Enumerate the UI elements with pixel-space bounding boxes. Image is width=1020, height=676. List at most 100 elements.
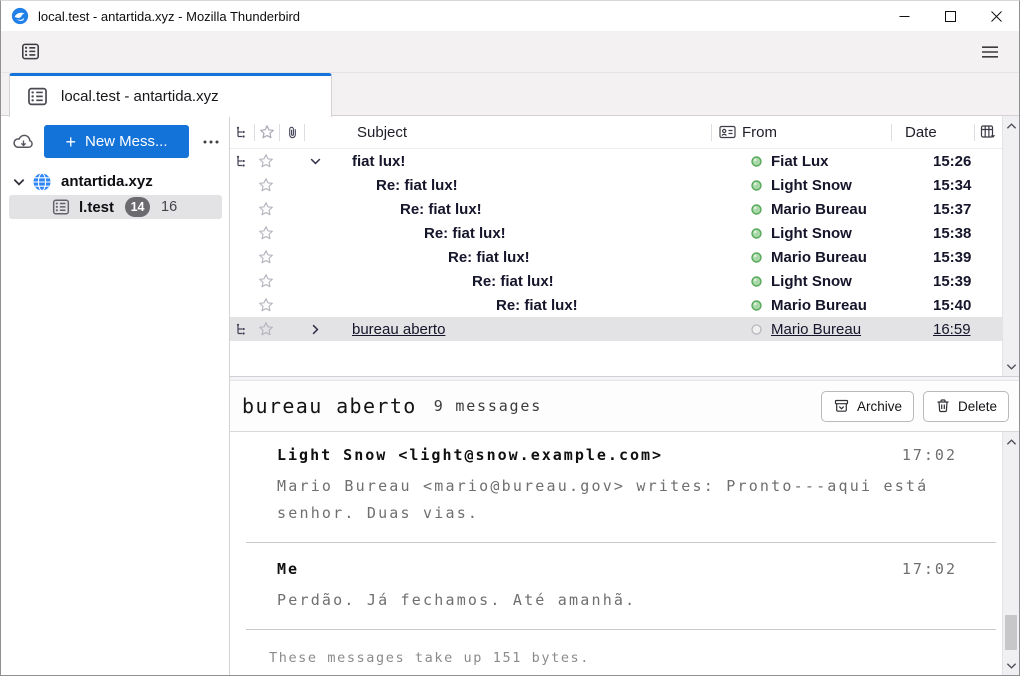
starred-column-header[interactable] <box>255 124 279 140</box>
account-row[interactable]: antartida.xyz <box>1 169 229 194</box>
subject-cell: Re: fiat lux! <box>302 177 741 194</box>
tab-label: local.test - antartida.xyz <box>61 88 219 105</box>
unread-dot-icon[interactable] <box>741 252 771 263</box>
thread-row[interactable]: Re: fiat lux!Light Snow15:39 <box>230 269 1002 293</box>
tab-local-test[interactable]: local.test - antartida.xyz <box>9 73 332 117</box>
thread-list-scrollbar[interactable] <box>1002 116 1019 376</box>
app-menu-button[interactable] <box>976 38 1004 66</box>
message-sender: Light Snow <light@snow.example.com> <box>277 446 663 464</box>
from-cell: Mario Bureau <box>741 201 920 218</box>
message-view-toolbar: bureau aberto 9 messages Archive Delete <box>230 381 1019 432</box>
spaces-toggle-button[interactable] <box>16 38 44 66</box>
star-icon[interactable] <box>254 201 278 217</box>
minimize-icon <box>899 11 910 22</box>
message-header-row[interactable]: Light Snow <light@snow.example.com> 17:02 <box>277 446 957 464</box>
thread-row[interactable]: Re: fiat lux!Light Snow15:34 <box>230 173 1002 197</box>
message-header-row[interactable]: Me17:02 <box>277 560 957 578</box>
star-icon[interactable] <box>254 249 278 265</box>
scroll-up-icon[interactable] <box>1006 436 1017 447</box>
message-scroll-area: Light Snow <light@snow.example.com> 17:02… <box>230 432 1002 675</box>
star-icon[interactable] <box>254 321 278 337</box>
attachment-column-header[interactable] <box>280 125 304 140</box>
from-cell: Mario Bureau <box>741 249 920 266</box>
message-scrollbar[interactable] <box>1002 432 1019 675</box>
close-icon <box>991 11 1002 22</box>
star-icon[interactable] <box>254 177 278 193</box>
unread-count-badge: 14 <box>125 197 150 217</box>
from-name: Light Snow <box>771 273 852 290</box>
maximize-button[interactable] <box>927 1 973 31</box>
subject-text: Re: fiat lux! <box>424 225 506 242</box>
read-dot-icon[interactable] <box>741 324 771 335</box>
subject-cell: Re: fiat lux! <box>302 273 741 290</box>
date-cell: 15:34 <box>920 177 1002 194</box>
unread-dot-icon[interactable] <box>741 204 771 215</box>
unread-dot-icon[interactable] <box>741 180 771 191</box>
tab-mail-icon <box>27 86 48 107</box>
ellipsis-icon <box>203 140 219 144</box>
subject-cell: Re: fiat lux! <box>302 201 741 218</box>
new-message-button[interactable]: + New Mess... <box>44 125 189 158</box>
delete-label: Delete <box>958 399 997 414</box>
thread-list-pane: Subject From Date <box>230 116 1019 377</box>
message-reader: Light Snow <light@snow.example.com> 17:02… <box>230 432 1019 675</box>
paperclip-icon <box>285 125 300 140</box>
from-column-header[interactable]: From <box>712 124 891 141</box>
thread-row[interactable]: Re: fiat lux!Mario Bureau15:40 <box>230 293 1002 317</box>
date-cell: 15:39 <box>920 249 1002 266</box>
message-size-footer: These messages take up 151 bytes. <box>230 643 1002 666</box>
twisty-icon[interactable] <box>302 155 328 168</box>
folder-row-ltest[interactable]: l.test 14 16 <box>9 195 222 219</box>
thread-column-header[interactable] <box>230 125 254 139</box>
column-picker-icon <box>980 124 997 140</box>
unread-dot-icon[interactable] <box>741 228 771 239</box>
trash-icon <box>935 398 951 414</box>
date-column-header[interactable]: Date <box>892 124 974 141</box>
subject-column-header[interactable]: Subject <box>305 124 711 141</box>
message-time: 17:02 <box>902 446 957 464</box>
folder-pane-options-button[interactable] <box>198 129 224 155</box>
plus-icon: + <box>65 133 76 151</box>
close-button[interactable] <box>973 1 1019 31</box>
account-expander-icon[interactable] <box>12 175 26 189</box>
archive-button[interactable]: Archive <box>821 391 914 422</box>
newsgroup-folder-icon <box>52 198 70 216</box>
scroll-up-icon[interactable] <box>1006 120 1017 131</box>
unread-dot-icon[interactable] <box>741 276 771 287</box>
thread-row[interactable]: Re: fiat lux! Light Snow 15:38 <box>230 221 1002 245</box>
date-cell: 15:38 <box>920 225 1002 242</box>
main-area: + New Mess... antartida.xyz <box>1 116 1019 675</box>
column-picker-button[interactable] <box>975 124 1002 140</box>
thread-row[interactable]: bureau abertoMario Bureau16:59 <box>230 317 1002 341</box>
minimize-button[interactable] <box>881 1 927 31</box>
delete-button[interactable]: Delete <box>923 391 1009 422</box>
globe-icon <box>32 172 52 192</box>
from-name: Light Snow <box>771 225 852 242</box>
subject-cell: fiat lux! <box>302 153 741 170</box>
scroll-down-icon[interactable] <box>1006 660 1017 671</box>
thread-row[interactable]: Re: fiat lux!Mario Bureau15:39 <box>230 245 1002 269</box>
scrollbar-thumb[interactable] <box>1005 615 1017 650</box>
from-name: Mario Bureau <box>771 201 867 218</box>
get-messages-icon[interactable] <box>12 131 35 152</box>
message-count: 9 messages <box>434 397 542 415</box>
star-icon[interactable] <box>254 273 278 289</box>
thunderbird-window: local.test - antartida.xyz - Mozilla Thu… <box>0 0 1020 676</box>
message-list: Light Snow <light@snow.example.com> 17:02… <box>230 442 1002 630</box>
unread-dot-icon[interactable] <box>741 156 771 167</box>
message-sender: Me <box>277 560 299 578</box>
thread-list-rows: fiat lux!Fiat Lux15:26Re: fiat lux!Light… <box>230 149 1002 341</box>
scroll-down-icon[interactable] <box>1006 361 1017 372</box>
star-icon[interactable] <box>254 225 278 241</box>
twisty-icon[interactable] <box>302 323 328 336</box>
thread-row[interactable]: fiat lux!Fiat Lux15:26 <box>230 149 1002 173</box>
maximize-icon <box>945 11 956 22</box>
unread-dot-icon[interactable] <box>741 300 771 311</box>
from-cell: Light Snow <box>741 177 920 194</box>
star-icon[interactable] <box>254 297 278 313</box>
star-icon[interactable] <box>254 153 278 169</box>
window-controls <box>881 1 1019 31</box>
thread-row[interactable]: Re: fiat lux!Mario Bureau15:37 <box>230 197 1002 221</box>
subject-text: Re: fiat lux! <box>400 201 482 218</box>
thunderbird-logo-icon <box>11 7 29 25</box>
